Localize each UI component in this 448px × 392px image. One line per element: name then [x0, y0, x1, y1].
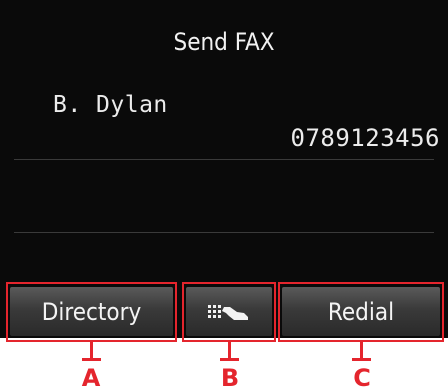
- callout-label-a: A: [81, 364, 101, 392]
- callout-line-c: [352, 358, 371, 361]
- recipient-number: 0789123456: [290, 124, 440, 152]
- screen-title: Send FAX: [173, 28, 275, 56]
- callout-box-b: [182, 282, 276, 342]
- callout-box-a: [6, 282, 177, 342]
- divider: [14, 159, 434, 160]
- callout-label-b: B: [220, 364, 240, 392]
- callout-line-b: [220, 358, 239, 361]
- callout-line-a: [82, 358, 101, 361]
- recipient-name: B. Dylan: [53, 92, 168, 118]
- recipient-entry[interactable]: B. Dylan 0789123456: [0, 84, 448, 159]
- callout-label-c: C: [353, 364, 371, 392]
- divider: [14, 232, 434, 233]
- callout-box-c: [278, 282, 444, 342]
